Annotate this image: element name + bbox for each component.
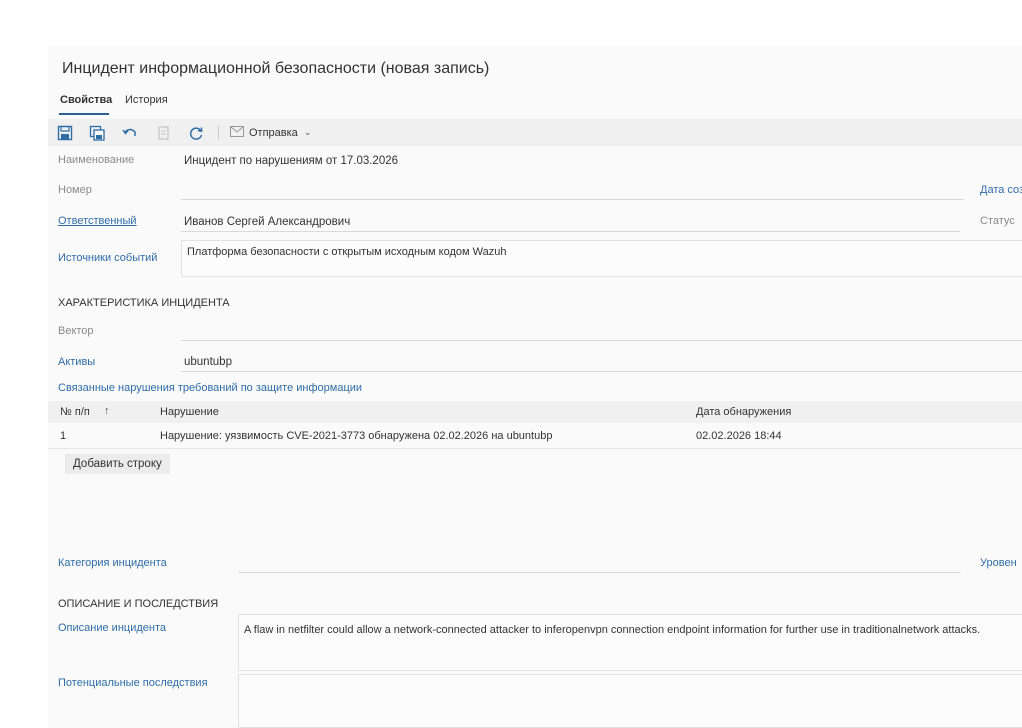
level-label: Уровен bbox=[980, 557, 1017, 569]
category-label: Категория инцидента bbox=[58, 557, 167, 569]
consequences-field[interactable] bbox=[238, 674, 1022, 728]
description-label: Описание инцидента bbox=[58, 622, 166, 634]
sources-field[interactable]: Платформа безопасности с открытым исходн… bbox=[181, 240, 1022, 277]
description-heading: ОПИСАНИЕ И ПОСЛЕДСТВИЯ bbox=[58, 598, 219, 610]
tab-properties[interactable]: Свойства bbox=[60, 94, 112, 106]
refresh-icon[interactable] bbox=[187, 124, 205, 142]
table-row[interactable]: 1 Нарушение: уязвимость CVE-2021-3773 об… bbox=[48, 425, 1022, 449]
row-date: 02.02.2026 18:44 bbox=[696, 430, 782, 442]
toolbar: Отправка ⌄ bbox=[48, 119, 1022, 146]
add-row-button[interactable]: Добавить строку bbox=[65, 454, 170, 474]
category-field[interactable] bbox=[238, 554, 961, 573]
characteristics-heading: ХАРАКТЕРИСТИКА ИНЦИДЕНТА bbox=[58, 297, 230, 309]
page-title: Инцидент информационной безопасности (но… bbox=[62, 60, 490, 77]
envelope-icon bbox=[230, 125, 244, 140]
name-field[interactable]: Инцидент по нарушениям от 17.03.2026 bbox=[181, 152, 1022, 170]
copy-document-icon[interactable] bbox=[154, 124, 172, 142]
active-tab-indicator bbox=[59, 113, 109, 115]
responsible-link[interactable]: Ответственный bbox=[58, 215, 137, 227]
number-field[interactable] bbox=[181, 181, 964, 200]
assets-field[interactable]: ubuntubp bbox=[181, 353, 1022, 372]
name-label: Наименование bbox=[58, 154, 135, 166]
violations-link[interactable]: Связанные нарушения требований по защите… bbox=[58, 382, 362, 394]
row-violation: Нарушение: уязвимость CVE-2021-3773 обна… bbox=[160, 430, 553, 442]
dispatch-label: Отправка bbox=[249, 126, 298, 139]
assets-label: Активы bbox=[58, 356, 96, 368]
table-header: № п/п ↑ Нарушение Дата обнаружения bbox=[48, 401, 1022, 423]
description-field[interactable]: A flaw in netfilter could allow a networ… bbox=[238, 614, 1022, 671]
column-header-number[interactable]: № п/п bbox=[60, 406, 90, 418]
toolbar-separator bbox=[218, 125, 219, 140]
save-icon[interactable] bbox=[56, 124, 74, 142]
tab-history[interactable]: История bbox=[125, 94, 168, 106]
column-header-violation[interactable]: Нарушение bbox=[160, 406, 219, 418]
undo-icon[interactable] bbox=[121, 124, 139, 142]
column-header-date[interactable]: Дата обнаружения bbox=[696, 406, 791, 418]
vector-field[interactable] bbox=[181, 322, 1022, 341]
sources-label: Источники событий bbox=[58, 252, 158, 264]
number-label: Номер bbox=[58, 184, 92, 196]
consequences-label: Потенциальные последствия bbox=[58, 677, 208, 689]
created-date-label: Дата соз bbox=[980, 184, 1022, 196]
save-copy-icon[interactable] bbox=[88, 124, 106, 142]
incident-form: Инцидент информационной безопасности (но… bbox=[48, 46, 1022, 728]
dispatch-dropdown[interactable]: Отправка ⌄ bbox=[230, 123, 311, 142]
row-number: 1 bbox=[60, 430, 67, 442]
sort-arrow-icon[interactable]: ↑ bbox=[104, 405, 110, 417]
responsible-field[interactable]: Иванов Сергей Александрович bbox=[181, 213, 960, 232]
vector-label: Вектор bbox=[58, 325, 94, 337]
status-label: Статус bbox=[980, 215, 1015, 227]
chevron-down-icon: ⌄ bbox=[303, 127, 312, 137]
